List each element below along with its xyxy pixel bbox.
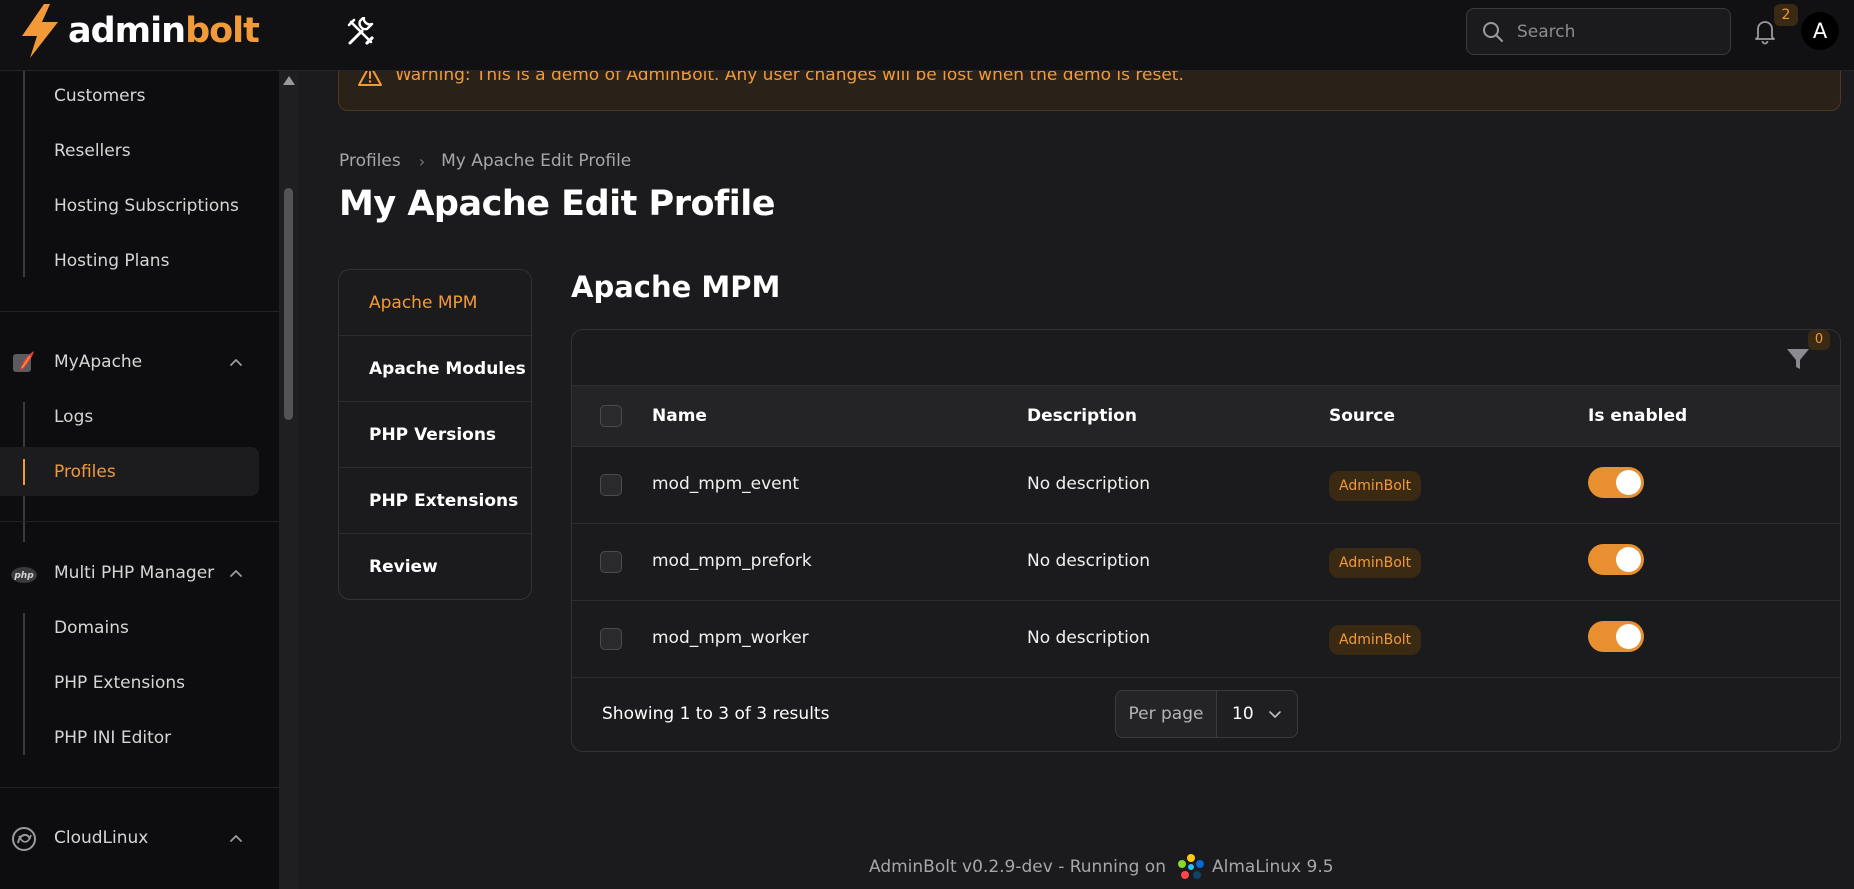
tab-php-versions[interactable]: PHP Versions xyxy=(339,402,531,468)
row-checkbox[interactable] xyxy=(600,551,622,573)
tab-apache-modules[interactable]: Apache Modules xyxy=(339,336,531,402)
sidebar-active-marker xyxy=(23,459,25,485)
mpm-table: 0 Name Description Source Is enabled mod… xyxy=(571,329,1841,752)
table-toolbar: 0 xyxy=(572,330,1840,386)
search-input[interactable] xyxy=(1517,21,1717,42)
module-description: No description xyxy=(1027,551,1151,571)
column-source[interactable]: Source xyxy=(1329,406,1395,426)
results-summary: Showing 1 to 3 of 3 results xyxy=(602,704,830,724)
select-all-checkbox[interactable] xyxy=(600,405,622,427)
table-row: mod_mpm_event No description AdminBolt xyxy=(572,447,1840,524)
toggle-knob xyxy=(1616,470,1641,495)
almalinux-logo-icon xyxy=(1177,854,1204,879)
sidebar-item-domains[interactable]: Domains xyxy=(54,618,129,638)
enabled-toggle[interactable] xyxy=(1588,621,1644,652)
sidebar-group-cloudlinux[interactable]: CloudLinux xyxy=(54,828,148,848)
os-name: AlmaLinux 9.5 xyxy=(1211,857,1334,877)
page-footer: AdminBolt v0.2.9-dev - Running on AlmaLi… xyxy=(869,852,1334,882)
chevron-up-icon[interactable] xyxy=(228,565,244,581)
row-checkbox[interactable] xyxy=(600,474,622,496)
filter-icon[interactable] xyxy=(1785,346,1811,372)
sidebar-divider xyxy=(0,311,279,312)
sidebar-active-highlight xyxy=(0,447,259,496)
chevron-down-icon xyxy=(1268,711,1281,718)
sidebar-item-php-extensions[interactable]: PHP Extensions xyxy=(54,673,185,693)
sidebar-scrollbar-thumb[interactable] xyxy=(284,188,293,420)
source-badge: AdminBolt xyxy=(1329,471,1422,501)
top-bar: adminbolt 2 A xyxy=(0,0,1854,71)
module-name: mod_mpm_prefork xyxy=(652,551,812,571)
sidebar-item-profiles[interactable]: Profiles xyxy=(54,462,116,482)
toggle-knob xyxy=(1616,547,1641,572)
enabled-toggle[interactable] xyxy=(1588,467,1644,498)
toggle-knob xyxy=(1616,624,1641,649)
module-description: No description xyxy=(1027,474,1151,494)
lightning-bolt-icon xyxy=(22,4,58,58)
sidebar-group-myapache[interactable]: MyApache xyxy=(54,352,142,372)
sidebar-item-php-ini-editor[interactable]: PHP INI Editor xyxy=(54,728,171,748)
notification-badge: 2 xyxy=(1774,4,1798,26)
sidebar: Customers Resellers Hosting Subscription… xyxy=(0,71,279,889)
sidebar-item-resellers[interactable]: Resellers xyxy=(54,141,131,161)
svg-text:php: php xyxy=(13,571,34,581)
search-box[interactable] xyxy=(1466,8,1731,55)
column-is-enabled[interactable]: Is enabled xyxy=(1588,406,1687,426)
tools-icon[interactable] xyxy=(346,17,376,47)
sidebar-item-hosting-subscriptions[interactable]: Hosting Subscriptions xyxy=(54,196,239,216)
chevron-up-icon[interactable] xyxy=(228,354,244,370)
breadcrumb: Profiles › My Apache Edit Profile xyxy=(339,151,631,171)
logo-text: adminbolt xyxy=(68,11,260,51)
sidebar-tree-line xyxy=(23,613,25,755)
table-row: mod_mpm_worker No description AdminBolt xyxy=(572,601,1840,678)
enabled-toggle[interactable] xyxy=(1588,544,1644,575)
per-page-control: Per page 10 xyxy=(1115,690,1298,738)
column-description[interactable]: Description xyxy=(1027,406,1137,426)
sidebar-divider xyxy=(0,787,279,788)
chevron-right-icon: › xyxy=(418,151,426,171)
tab-review[interactable]: Review xyxy=(339,534,531,599)
per-page-label: Per page xyxy=(1116,691,1217,737)
column-name[interactable]: Name xyxy=(652,406,707,426)
apache-feather-icon xyxy=(13,351,34,372)
sidebar-item-hosting-plans[interactable]: Hosting Plans xyxy=(54,251,169,271)
search-icon xyxy=(1483,21,1503,42)
section-title: Apache MPM xyxy=(571,270,781,304)
filter-count-badge: 0 xyxy=(1808,330,1830,350)
sidebar-group-multi-php-manager[interactable]: Multi PHP Manager xyxy=(54,563,214,583)
scroll-up-arrow-icon[interactable] xyxy=(283,76,295,85)
table-row: mod_mpm_prefork No description AdminBolt xyxy=(572,524,1840,601)
tab-php-extensions[interactable]: PHP Extensions xyxy=(339,468,531,534)
breadcrumb-current: My Apache Edit Profile xyxy=(441,151,632,171)
module-name: mod_mpm_worker xyxy=(652,628,809,648)
sidebar-item-logs[interactable]: Logs xyxy=(54,407,93,427)
version-text: AdminBolt v0.2.9-dev - Running on xyxy=(869,857,1166,877)
sidebar-divider xyxy=(0,521,279,522)
chevron-up-icon[interactable] xyxy=(228,830,244,846)
sidebar-item-customers[interactable]: Customers xyxy=(54,86,145,106)
module-name: mod_mpm_event xyxy=(652,474,800,494)
per-page-value: 10 xyxy=(1232,704,1254,724)
table-pagination: Showing 1 to 3 of 3 results Per page 10 xyxy=(572,678,1840,751)
cloudlinux-icon xyxy=(12,827,36,851)
wizard-tabs: Apache MPM Apache Modules PHP Versions P… xyxy=(338,269,532,600)
per-page-select[interactable]: 10 xyxy=(1217,691,1297,737)
row-checkbox[interactable] xyxy=(600,628,622,650)
tab-apache-mpm[interactable]: Apache MPM xyxy=(339,270,531,336)
source-badge: AdminBolt xyxy=(1329,548,1422,578)
page-title: My Apache Edit Profile xyxy=(339,184,775,224)
avatar[interactable]: A xyxy=(1801,12,1839,50)
breadcrumb-profiles[interactable]: Profiles xyxy=(339,151,401,171)
module-description: No description xyxy=(1027,628,1151,648)
source-badge: AdminBolt xyxy=(1329,625,1422,655)
table-header: Name Description Source Is enabled xyxy=(572,386,1840,447)
adminbolt-logo[interactable]: adminbolt xyxy=(18,4,260,58)
php-icon: php xyxy=(11,567,37,583)
sidebar-tree-line xyxy=(23,71,25,277)
